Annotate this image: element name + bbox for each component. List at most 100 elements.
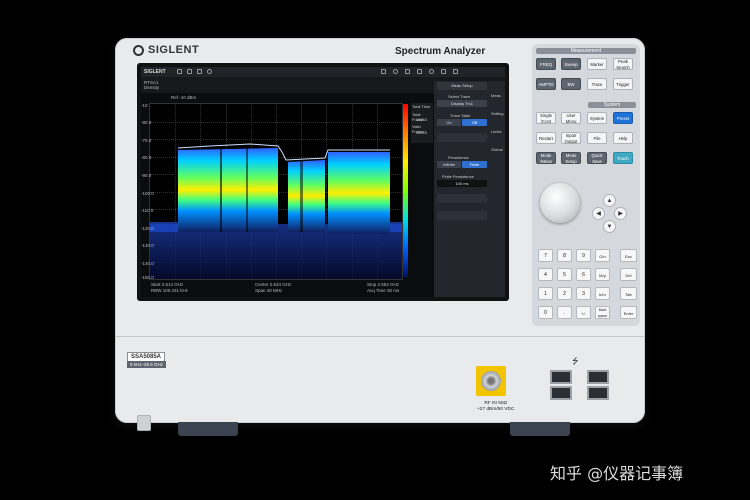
arrow-left-key[interactable]: ◀ xyxy=(592,207,605,220)
y-tick: -80.0 xyxy=(141,155,152,160)
trace-on-button[interactable]: On xyxy=(437,119,461,126)
camera-icon[interactable] xyxy=(381,69,386,74)
system-key[interactable]: System xyxy=(587,112,607,124)
help-icon[interactable] xyxy=(393,69,398,74)
freq-range-badge: 9 kHz–26.5 GHz xyxy=(127,361,167,368)
esc-key[interactable]: Esc xyxy=(620,249,637,262)
key-dot[interactable]: . xyxy=(557,306,572,319)
finite-persistence-input[interactable]: 100 ms xyxy=(437,180,487,187)
arrow-right-key[interactable]: ▶ xyxy=(614,207,627,220)
span[interactable]: Span 40 MHz xyxy=(255,288,282,293)
usb-port[interactable] xyxy=(550,386,572,400)
key-g-n[interactable]: G/n xyxy=(595,249,610,262)
watermark: 知乎 @仪器记事簿 xyxy=(550,464,684,483)
y-tick: -110.0 xyxy=(141,208,154,213)
menu-title[interactable]: Meas Setup xyxy=(437,82,487,90)
user-menu-key[interactable]: User Menu xyxy=(561,112,581,124)
product-title: Spectrum Analyzer xyxy=(395,46,486,57)
sweep-key[interactable]: Sweep xyxy=(561,58,581,70)
freq-key[interactable]: FREQ xyxy=(536,58,556,70)
redo-icon[interactable] xyxy=(187,69,192,74)
mode-info[interactable]: RTSA1 Density xyxy=(144,80,159,90)
key-9[interactable]: 9 xyxy=(576,249,591,262)
disabled-option xyxy=(437,194,487,203)
usb-port[interactable] xyxy=(587,386,609,400)
tab-setting[interactable]: Setting xyxy=(491,111,503,116)
file-key[interactable]: File xyxy=(587,132,607,144)
key-m-u[interactable]: M/μ xyxy=(595,268,610,281)
acq-time[interactable]: Acq Time 30 ms xyxy=(367,288,399,293)
touch-screen[interactable]: SIGLENT RTSA1 Density Ref -10 dBm -10 -8… xyxy=(141,67,505,297)
key-6[interactable]: 6 xyxy=(576,268,591,281)
power-button[interactable] xyxy=(137,415,151,431)
usb-icon: ⭍ xyxy=(572,357,579,366)
key-3[interactable]: 3 xyxy=(576,287,591,300)
input-output-key[interactable]: Input/ Output xyxy=(561,132,581,144)
key-4[interactable]: 4 xyxy=(538,268,553,281)
usb-port[interactable] xyxy=(550,370,572,384)
undo-icon[interactable] xyxy=(177,69,182,74)
center-freq[interactable]: Center 2.634 GHz xyxy=(255,282,291,287)
help-key[interactable]: Help xyxy=(613,132,633,144)
persistence-infinite[interactable]: Infinite xyxy=(437,161,461,168)
touch-key[interactable]: Touch xyxy=(613,152,633,164)
trace-key[interactable]: Trace xyxy=(587,78,607,90)
single-cont-key[interactable]: Single /Cont xyxy=(536,112,556,124)
key-plus-minus[interactable]: +/- xyxy=(576,306,591,319)
usb-port[interactable] xyxy=(587,370,609,384)
system-header: System xyxy=(588,102,636,108)
key-2[interactable]: 2 xyxy=(557,287,572,300)
front-panel-keypad: Measurement FREQ Sweep Marker Peak Searc… xyxy=(532,44,640,326)
settings-icon[interactable] xyxy=(429,69,434,74)
rotary-knob[interactable] xyxy=(540,183,580,223)
peak-search-key[interactable]: Peak Search xyxy=(613,58,633,70)
tab-key[interactable]: Tab xyxy=(620,287,637,300)
select-trace-dropdown[interactable]: Display Trc1 xyxy=(437,100,487,107)
meas-setup-key[interactable]: Meas Setup xyxy=(561,152,581,164)
amptd-key[interactable]: AMPTD xyxy=(536,78,556,90)
key-7[interactable]: 7 xyxy=(538,249,553,262)
stop-freq[interactable]: Stop 2.654 GHz xyxy=(367,282,399,287)
key-5[interactable]: 5 xyxy=(557,268,572,281)
status-bar: Start 2.614 GHz RBW 100.431 kHz Center 2… xyxy=(149,280,403,297)
arrow-up-key[interactable]: ▲ xyxy=(603,194,616,207)
close-icon[interactable] xyxy=(207,69,212,74)
rf-input-label: RF IN 50Ω +27 dBm/50 VDC xyxy=(477,401,515,412)
key-0[interactable]: 0 xyxy=(538,306,553,319)
save-icon[interactable] xyxy=(405,69,410,74)
start-freq[interactable]: Start 2.614 GHz xyxy=(151,282,183,287)
device-foot xyxy=(510,422,570,436)
spectrogram-plot[interactable] xyxy=(149,103,403,280)
backspace-key[interactable]: Back space xyxy=(595,306,610,319)
menu-icon[interactable] xyxy=(441,69,446,74)
ref-level: Ref -10 dBm xyxy=(171,95,197,100)
y-tick: -10 xyxy=(141,103,148,108)
tab-global[interactable]: Global xyxy=(491,147,503,152)
preset-key[interactable]: Preset xyxy=(613,112,633,124)
arrow-down-key[interactable]: ▼ xyxy=(603,220,616,233)
trigger-key[interactable]: Trigger xyxy=(613,78,633,90)
del-key[interactable]: Del xyxy=(620,268,637,281)
meas-setup-menu: Meas Setup Select Trace Display Trc1 Tra… xyxy=(434,81,505,297)
persistence-finite[interactable]: Finite xyxy=(462,161,487,168)
enter-key[interactable]: Enter xyxy=(620,306,637,319)
key-8[interactable]: 8 xyxy=(557,249,572,262)
history-icon[interactable] xyxy=(197,69,202,74)
y-tick: -100.0 xyxy=(141,191,154,196)
persistence-label: Persistence xyxy=(448,155,469,160)
y-tick: -70.0 xyxy=(141,138,152,143)
mode-meas-key[interactable]: Mode /Meas xyxy=(536,152,556,164)
key-1[interactable]: 1 xyxy=(538,287,553,300)
keyboard-icon[interactable] xyxy=(453,69,458,74)
rbw[interactable]: RBW 100.431 kHz xyxy=(151,288,188,293)
bw-key[interactable]: BW xyxy=(561,78,581,90)
y-tick: -120.0 xyxy=(141,226,154,231)
marker-key[interactable]: Marker xyxy=(587,58,607,70)
trace-off-button[interactable]: Off xyxy=(462,119,487,126)
tab-limits[interactable]: Limits xyxy=(491,129,501,134)
restart-key[interactable]: Restart xyxy=(536,132,556,144)
tools-icon[interactable] xyxy=(417,69,422,74)
tab-meas[interactable]: Meas xyxy=(491,93,501,98)
quick-save-key[interactable]: Quick Save xyxy=(587,152,607,164)
key-k-m[interactable]: k/m xyxy=(595,287,610,300)
